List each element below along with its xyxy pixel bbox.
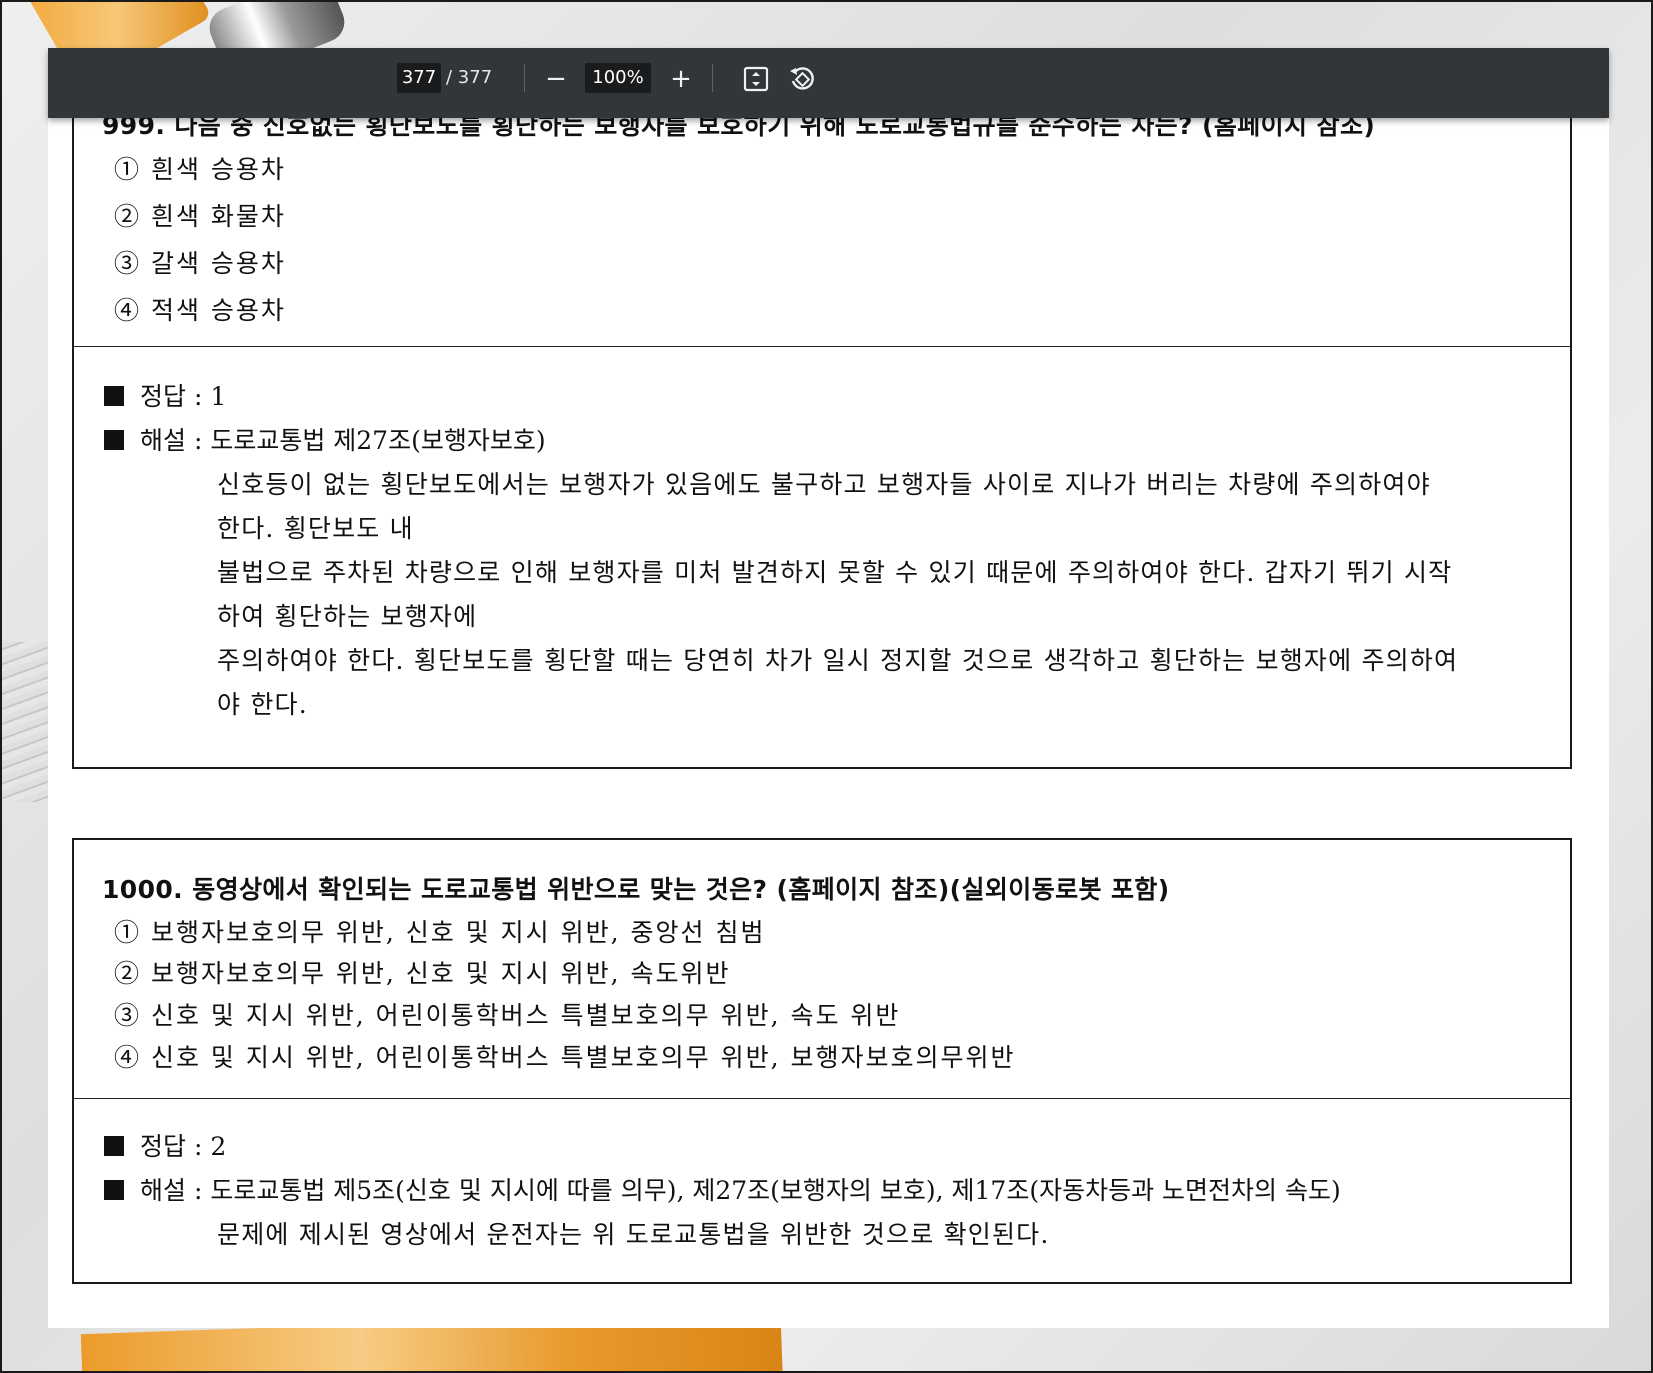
question-section: 1000. 동영상에서 확인되는 도로교통법 위반으로 맞는 것은? (홈페이지…	[74, 840, 1570, 1098]
page-number-input[interactable]: 377	[397, 63, 441, 93]
question-section: 999. 다음 중 신호없는 횡단보도를 횡단하는 보행자를 보호하기 위해 도…	[74, 100, 1570, 346]
option-3: ③ 신호 및 지시 위반, 어린이통학버스 특별보호의무 위반, 속도 위반	[114, 1001, 901, 1030]
question-box-999: 999. 다음 중 신호없는 횡단보도를 횡단하는 보행자를 보호하기 위해 도…	[72, 98, 1572, 769]
question-title: 1000. 동영상에서 확인되는 도로교통법 위반으로 맞는 것은? (홈페이지…	[102, 875, 1170, 904]
option-2: ② 흰색 화물차	[114, 202, 286, 231]
rotate-button[interactable]	[784, 61, 820, 97]
fit-page-icon	[743, 66, 769, 92]
option-4: ④ 적색 승용차	[114, 296, 286, 325]
zoom-out-button[interactable]: −	[538, 61, 574, 97]
zoom-in-button[interactable]: +	[663, 61, 699, 97]
answer-section: 정답 : 1 해설 : 도로교통법 제27조(보행자보호) 신호등이 없는 횡단…	[74, 346, 1570, 764]
square-bullet-icon	[104, 430, 124, 450]
pdf-toolbar: 377 / 377 − 100% +	[48, 48, 1609, 118]
pdf-page: 999. 다음 중 신호없는 횡단보도를 횡단하는 보행자를 보호하기 위해 도…	[48, 98, 1609, 1328]
toolbar-divider	[712, 64, 713, 92]
explanation-header: 해설 : 도로교통법 제27조(보행자보호)	[104, 421, 546, 457]
plus-icon: +	[670, 64, 692, 94]
explanation-line: 야 한다.	[217, 690, 308, 719]
explanation-header: 해설 : 도로교통법 제5조(신호 및 지시에 따를 의무), 제27조(보행자…	[104, 1171, 1341, 1207]
marble-texture	[2, 642, 48, 802]
explanation-line: 불법으로 주차된 차량으로 인해 보행자를 미처 발견하지 못할 수 있기 때문…	[217, 558, 1453, 587]
rotate-icon	[790, 67, 814, 90]
page-count: / 377	[446, 67, 493, 88]
option-3: ③ 갈색 승용차	[114, 249, 286, 278]
toolbar-divider	[524, 64, 525, 92]
fit-to-page-button[interactable]	[738, 61, 774, 97]
zoom-level-input[interactable]: 100%	[585, 63, 651, 93]
answer-line: 정답 : 2	[104, 1127, 226, 1163]
answer-line: 정답 : 1	[104, 377, 226, 413]
explanation-label: 해설 : 도로교통법 제5조(신호 및 지시에 따를 의무), 제27조(보행자…	[140, 1176, 1341, 1205]
explanation-line: 한다. 횡단보도 내	[217, 514, 414, 543]
option-4: ④ 신호 및 지시 위반, 어린이통학버스 특별보호의무 위반, 보행자보호의무…	[114, 1043, 1016, 1072]
option-1: ① 흰색 승용차	[114, 155, 286, 184]
explanation-line: 문제에 제시된 영상에서 운전자는 위 도로교통법을 위반한 것으로 확인된다.	[217, 1220, 1050, 1249]
minus-icon: −	[545, 64, 567, 94]
answer-section: 정답 : 2 해설 : 도로교통법 제5조(신호 및 지시에 따를 의무), 제…	[74, 1098, 1570, 1279]
square-bullet-icon	[104, 1136, 124, 1156]
option-2: ② 보행자보호의무 위반, 신호 및 지시 위반, 속도위반	[114, 959, 731, 988]
answer-text: 정답 : 2	[140, 1132, 227, 1161]
square-bullet-icon	[104, 386, 124, 406]
explanation-line: 주의하여야 한다. 횡단보도를 횡단할 때는 당연히 차가 일시 정지할 것으로…	[217, 646, 1459, 675]
square-bullet-icon	[104, 1180, 124, 1200]
explanation-label: 해설 : 도로교통법 제27조(보행자보호)	[140, 426, 546, 455]
answer-text: 정답 : 1	[140, 382, 227, 411]
explanation-line: 하여 횡단하는 보행자에	[217, 602, 478, 631]
explanation-line: 신호등이 없는 횡단보도에서는 보행자가 있음에도 불구하고 보행자들 사이로 …	[217, 470, 1431, 499]
option-1: ① 보행자보호의무 위반, 신호 및 지시 위반, 중앙선 침범	[114, 918, 766, 947]
question-box-1000: 1000. 동영상에서 확인되는 도로교통법 위반으로 맞는 것은? (홈페이지…	[72, 838, 1572, 1284]
